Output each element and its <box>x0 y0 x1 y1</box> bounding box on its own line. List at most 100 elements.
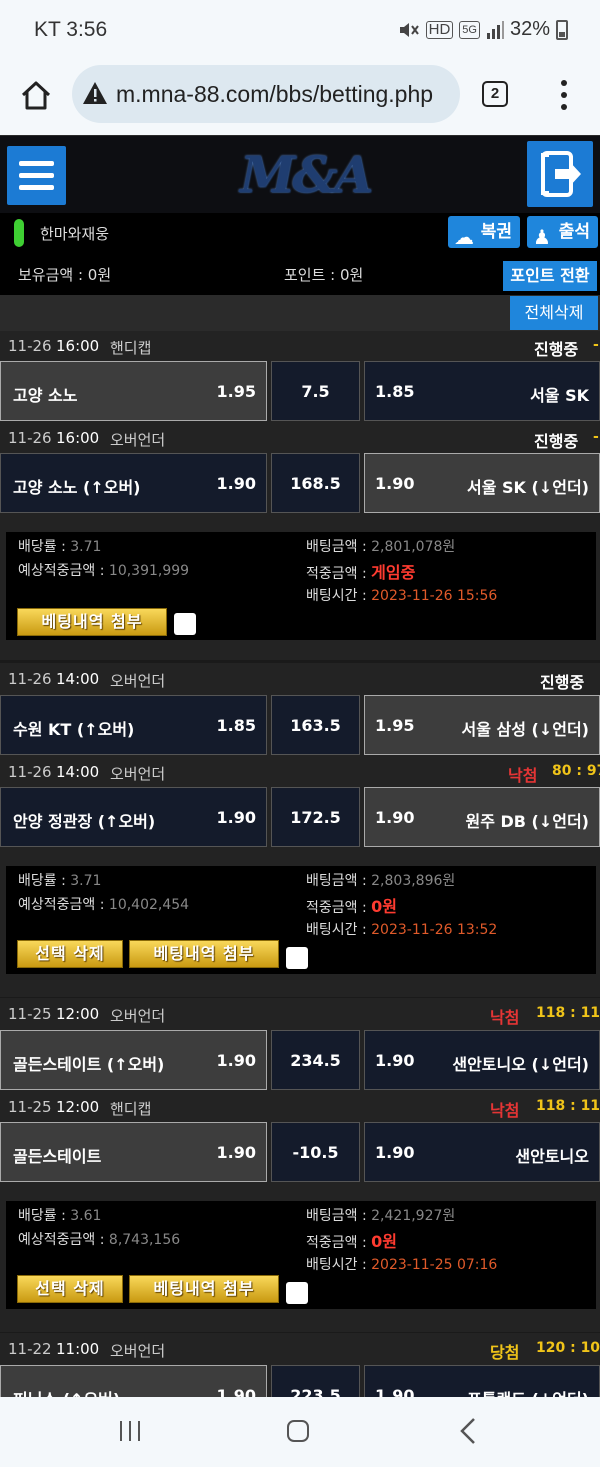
bet-time: 12:00 <box>56 1098 100 1116</box>
bet-date: 11-26 <box>8 337 52 355</box>
home-option[interactable]: 수원 KT (↑오버) 1.85 <box>0 695 267 755</box>
attach-history-button[interactable]: 베팅내역 첨부 <box>129 1275 279 1303</box>
attach-history-button[interactable]: 베팅내역 첨부 <box>129 940 279 968</box>
away-team: 서울 SK (↓언더) <box>467 478 589 497</box>
hd-icon: HD <box>425 20 454 39</box>
home-option[interactable]: 피닉스 (↑오버) 1.90 <box>0 1365 267 1397</box>
away-option[interactable]: 1.90 서울 SK (↓언더) <box>364 453 600 513</box>
line-value[interactable]: 163.5 <box>271 695 360 755</box>
bet-option-row: 고양 소노 1.95 7.5 1.85 서울 SK <box>0 361 600 423</box>
line-value[interactable]: 223.5 <box>271 1365 360 1397</box>
site-header: M&A <box>0 135 600 213</box>
away-option[interactable]: 1.90 원주 DB (↓언더) <box>364 787 600 847</box>
away-option[interactable]: 1.95 서울 삼성 (↓언더) <box>364 695 600 755</box>
home-odd: 1.90 <box>216 1143 256 1162</box>
android-status-bar: KT 3:56 HD 5G 32% <box>0 0 600 60</box>
home-option[interactable]: 골든스테이트 (↑오버) 1.90 <box>0 1030 267 1090</box>
home-team: 피닉스 (↑오버) <box>13 1386 120 1397</box>
bet-status: 낙첨 <box>490 1008 520 1027</box>
bet-time-stamp: 배팅시간 : 2023-11-26 13:52 <box>306 922 498 938</box>
bet-date: 11-26 <box>8 429 52 447</box>
bet-option-row: 안양 정관장 (↑오버) 1.90 172.5 1.90 원주 DB (↓언더) <box>0 787 600 849</box>
browser-toolbar: m.mna-88.com/bbs/betting.php 2 <box>0 60 600 135</box>
line-value[interactable]: 234.5 <box>271 1030 360 1090</box>
home-option[interactable]: 골든스테이트 1.90 <box>0 1122 267 1182</box>
select-checkbox[interactable] <box>174 613 196 635</box>
url-text[interactable]: m.mna-88.com/bbs/betting.php <box>116 81 433 108</box>
bet-header: 11-26 16:00 오버언더 진행중 - <box>0 423 600 453</box>
away-team: 샌안토니오 (↓언더) <box>452 1055 589 1074</box>
balance-row: 보유금액 : 0원 포인트 : 0원 포인트 전환 <box>0 255 600 295</box>
url-bar[interactable]: m.mna-88.com/bbs/betting.php <box>72 65 460 123</box>
bet-option-row: 골든스테이트 (↑오버) 1.90 234.5 1.90 샌안토니오 (↓언더) <box>0 1030 600 1092</box>
point-convert-button[interactable]: 포인트 전환 <box>503 261 597 291</box>
away-option[interactable]: 1.90 샌안토니오 (↓언더) <box>364 1030 600 1090</box>
away-odd: 1.95 <box>375 716 415 735</box>
attendance-button[interactable]: ♟ 출석 <box>527 216 598 249</box>
bet-date: 11-26 <box>8 670 52 688</box>
lottery-button[interactable]: ☁ 복권 <box>448 216 520 249</box>
home-option[interactable]: 고양 소노 1.95 <box>0 361 267 421</box>
away-odd: 1.90 <box>375 1386 415 1397</box>
odds: 배당률 : 3.71 <box>18 873 102 889</box>
hamburger-menu-icon[interactable] <box>7 146 66 205</box>
select-checkbox[interactable] <box>286 1282 308 1304</box>
home-team: 고양 소노 (↑오버) <box>13 478 141 497</box>
line-value[interactable]: 172.5 <box>271 787 360 847</box>
home-icon[interactable] <box>18 78 54 114</box>
logout-button[interactable] <box>527 141 593 207</box>
expected-amount: 예상적중금액 : 10,402,454 <box>18 897 190 913</box>
bet-status: 진행중 <box>534 340 579 359</box>
bet-type: 오버언더 <box>110 672 166 690</box>
back-icon[interactable] <box>458 1417 478 1445</box>
warning-icon[interactable] <box>82 81 108 105</box>
bet-time: 16:00 <box>56 429 100 447</box>
balance-text: 보유금액 : 0원 <box>18 266 112 284</box>
line-value[interactable]: -10.5 <box>271 1122 360 1182</box>
bet-date: 11-25 <box>8 1098 52 1116</box>
bet-header: 11-26 16:00 핸디캡 진행중 - <box>0 331 600 361</box>
delete-selection-button[interactable]: 선택 삭제 <box>17 940 123 968</box>
bet-status: 낙첨 <box>490 1101 520 1120</box>
line-value[interactable]: 7.5 <box>271 361 360 421</box>
delete-all-row: 전체삭제 <box>0 295 600 331</box>
site-logo[interactable]: M&A <box>240 142 373 208</box>
away-odd: 1.90 <box>375 1143 415 1162</box>
bet-type: 핸디캡 <box>110 339 152 357</box>
bet-option-row: 수원 KT (↑오버) 1.85 163.5 1.95 서울 삼성 (↓언더) <box>0 695 600 757</box>
home-option[interactable]: 고양 소노 (↑오버) 1.90 <box>0 453 267 513</box>
bet-score: 118 : 112 <box>536 1005 600 1021</box>
menu-dots-icon[interactable] <box>556 80 572 110</box>
attach-history-button[interactable]: 베팅내역 첨부 <box>17 608 167 636</box>
delete-selection-button[interactable]: 선택 삭제 <box>17 1275 123 1303</box>
select-checkbox[interactable] <box>286 947 308 969</box>
away-option[interactable]: 1.85 서울 SK <box>364 361 600 421</box>
bet-summary: 배당률 : 3.61 예상적중금액 : 8,743,156 배팅금액 : 2,4… <box>6 1201 596 1309</box>
logout-icon <box>541 151 581 197</box>
line-value[interactable]: 168.5 <box>271 453 360 513</box>
away-option[interactable]: 1.90 포틀랜드 (↓언더) <box>364 1365 600 1397</box>
android-nav-bar <box>0 1397 600 1467</box>
win-amount: 적중금액 : 게임중 <box>306 563 416 582</box>
bet-type: 오버언더 <box>110 431 166 449</box>
bet-score: 80 : 97 <box>552 763 600 779</box>
delete-all-button[interactable]: 전체삭제 <box>510 296 598 330</box>
home-team: 골든스테이트 <box>13 1147 102 1166</box>
home-team: 안양 정관장 (↑오버) <box>13 812 156 831</box>
battery-percent: 32% <box>509 18 550 40</box>
bet-type: 오버언더 <box>110 765 166 783</box>
away-odd: 1.85 <box>375 382 415 401</box>
username: 한마와재웅 <box>40 225 110 243</box>
home-option[interactable]: 안양 정관장 (↑오버) 1.90 <box>0 787 267 847</box>
tab-switcher-button[interactable]: 2 <box>482 81 508 107</box>
bet-amount: 배팅금액 : 2,421,927원 <box>306 1208 456 1224</box>
bet-amount: 배팅금액 : 2,803,896원 <box>306 873 456 889</box>
bet-time: 14:00 <box>56 763 100 781</box>
points-text: 포인트 : 0원 <box>284 266 364 284</box>
bet-score: 118 : 112 <box>536 1098 600 1114</box>
bet-time: 14:00 <box>56 670 100 688</box>
away-option[interactable]: 1.90 샌안토니오 <box>364 1122 600 1182</box>
recent-apps-icon[interactable] <box>120 1421 142 1441</box>
home-icon[interactable] <box>287 1420 309 1442</box>
home-odd: 1.85 <box>216 716 256 735</box>
